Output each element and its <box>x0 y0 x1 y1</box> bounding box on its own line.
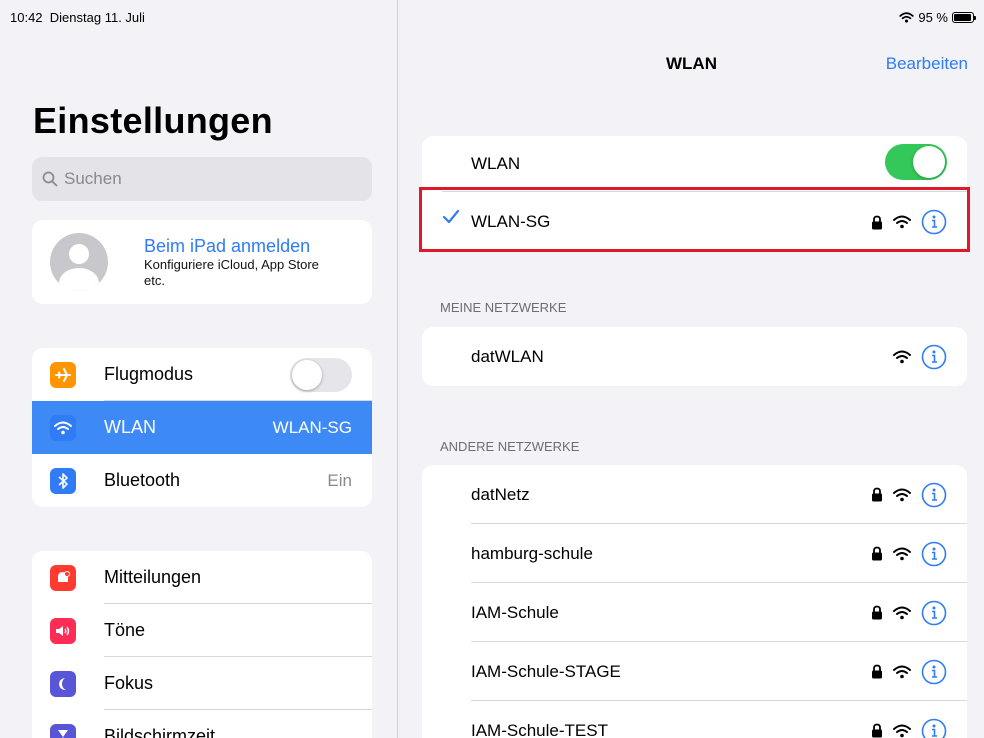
section-header-other-networks: ANDERE NETZWERKE <box>440 439 580 454</box>
lock-icon <box>872 664 882 679</box>
network-row[interactable]: IAM-Schule <box>422 583 967 642</box>
info-icon[interactable] <box>921 659 947 685</box>
network-row[interactable]: hamburg-schule <box>422 524 967 583</box>
status-time: 10:42 Dienstag 11. Juli <box>10 10 145 25</box>
network-name: hamburg-schule <box>471 543 593 563</box>
network-name: IAM-Schule-STAGE <box>471 661 621 681</box>
lock-icon <box>872 605 882 620</box>
network-name: WLAN-SG <box>471 212 551 231</box>
network-name: IAM-Schule <box>471 602 559 622</box>
sound-icon <box>50 617 76 644</box>
lock-icon <box>872 215 882 229</box>
sidebar-item-wlan[interactable]: WLAN WLAN-SG <box>32 401 372 454</box>
hourglass-icon <box>50 723 76 738</box>
sidebar-item-value: WLAN-SG <box>272 417 352 437</box>
info-icon[interactable] <box>921 541 947 567</box>
lock-icon <box>872 487 882 502</box>
status-date: Dienstag 11. Juli <box>49 10 145 25</box>
wifi-signal-icon <box>893 350 911 363</box>
search-input[interactable]: Suchen <box>32 157 372 201</box>
my-networks-card: datWLAN <box>422 327 967 386</box>
airplane-icon <box>50 361 76 388</box>
other-networks-card: datNetz hamburg-schule IAM-Schule IAM-Sc… <box>422 465 967 738</box>
sidebar-item-label: Fokus <box>104 673 154 693</box>
bluetooth-icon <box>50 467 76 494</box>
connected-network-row[interactable]: WLAN-SG <box>422 192 967 252</box>
sidebar-item-bluetooth[interactable]: Bluetooth Ein <box>32 454 372 507</box>
status-bar: 10:42 Dienstag 11. Juli 95 % <box>0 0 984 30</box>
lock-icon <box>872 546 882 561</box>
info-icon[interactable] <box>921 344 947 370</box>
sidebar-item-label: Mitteilungen <box>104 567 202 587</box>
flugmodus-toggle[interactable] <box>290 358 352 392</box>
sidebar-item-mitteilungen[interactable]: Mitteilungen <box>32 551 372 604</box>
sidebar-item-label: WLAN <box>104 417 157 437</box>
sidebar-item-bildschirmzeit[interactable]: Bildschirmzeit <box>32 710 372 738</box>
info-icon[interactable] <box>921 482 947 508</box>
section-header-my-networks: MEINE NETZWERKE <box>440 300 567 315</box>
account-subtitle: Konfiguriere iCloud, App Store etc. <box>144 257 319 288</box>
avatar <box>50 233 108 291</box>
edit-button[interactable]: Bearbeiten <box>886 54 968 74</box>
lock-icon <box>872 723 882 738</box>
sidebar-item-label: Bildschirmzeit <box>104 726 216 738</box>
wifi-signal-icon <box>893 724 911 737</box>
network-name: datWLAN <box>471 346 544 366</box>
account-card[interactable]: Beim iPad anmelden Konfiguriere iCloud, … <box>32 220 372 304</box>
info-icon[interactable] <box>921 600 947 626</box>
wlan-label: WLAN <box>471 154 521 173</box>
sidebar-item-fokus[interactable]: Fokus <box>32 657 372 710</box>
info-icon[interactable] <box>921 209 947 235</box>
wifi-icon <box>50 414 76 441</box>
wifi-signal-icon <box>893 606 911 619</box>
search-icon <box>42 171 58 187</box>
network-name: IAM-Schule-TEST <box>471 720 608 738</box>
checkmark-icon <box>442 209 460 224</box>
sidebar-item-label: Bluetooth <box>104 470 181 490</box>
search-placeholder: Suchen <box>64 169 122 188</box>
wlan-card: WLAN WLAN-SG <box>422 136 967 252</box>
settings-group-notifications: Mitteilungen Töne Fokus Bildschirmzeit <box>32 551 372 738</box>
wifi-signal-icon <box>893 665 911 678</box>
wlan-detail-panel: WLAN Bearbeiten WLAN WLAN-SG MEINE NETZW… <box>399 0 984 738</box>
status-indicators: 95 % <box>899 10 976 25</box>
wlan-toggle[interactable] <box>885 144 947 180</box>
sidebar: Einstellungen Suchen Beim iPad anmelden … <box>0 0 398 738</box>
sidebar-item-value: Ein <box>327 470 352 490</box>
wifi-signal-icon <box>893 488 911 501</box>
network-row[interactable]: IAM-Schule-TEST <box>422 701 967 738</box>
sidebar-item-flugmodus[interactable]: Flugmodus <box>32 348 372 401</box>
battery-icon <box>952 12 976 23</box>
moon-icon <box>50 670 76 697</box>
account-title: Beim iPad anmelden <box>144 236 311 256</box>
network-name: datNetz <box>471 484 530 504</box>
network-row[interactable]: IAM-Schule-STAGE <box>422 642 967 701</box>
sidebar-item-toene[interactable]: Töne <box>32 604 372 657</box>
battery-percent: 95 % <box>918 10 948 25</box>
wlan-toggle-row: WLAN <box>422 136 967 192</box>
network-row[interactable]: datWLAN <box>422 327 967 386</box>
network-row[interactable]: datNetz <box>422 465 967 524</box>
wifi-signal-icon <box>893 547 911 560</box>
wifi-status-icon <box>899 12 915 23</box>
sidebar-item-label: Flugmodus <box>104 364 194 384</box>
settings-group-connectivity: Flugmodus WLAN WLAN-SG Bluetooth Ein <box>32 348 372 507</box>
sidebar-title: Einstellungen <box>33 100 273 141</box>
notifications-icon <box>50 564 76 591</box>
sidebar-item-label: Töne <box>104 620 146 640</box>
info-icon[interactable] <box>921 718 947 738</box>
wifi-signal-icon <box>893 215 911 229</box>
